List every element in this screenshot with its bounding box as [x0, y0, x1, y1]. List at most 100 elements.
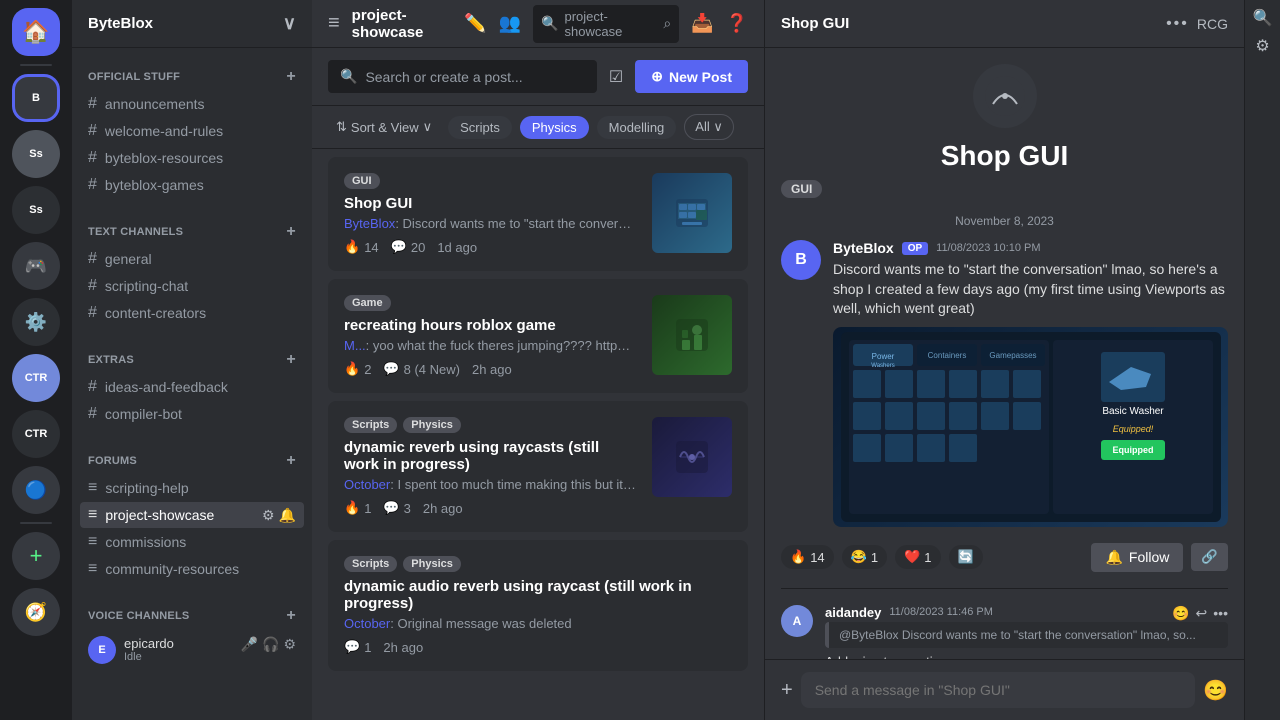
section-header-forums[interactable]: FORUMS + [80, 448, 304, 474]
message-input[interactable] [801, 672, 1195, 708]
reply-username[interactable]: aidandey [825, 605, 881, 620]
reaction-heart[interactable]: ❤️ 1 [895, 545, 940, 569]
reply-text: Add microtransactions [825, 654, 1228, 659]
bell-icon: 🔔 [1105, 549, 1122, 566]
thread-main-title: Shop GUI [781, 140, 1228, 172]
tag-scripts[interactable]: Scripts [448, 116, 512, 139]
new-post-button[interactable]: ⊕ New Post [635, 60, 748, 93]
reply-icon[interactable]: ↩ [1196, 605, 1208, 622]
server-icon-home[interactable]: 🏠 [12, 8, 60, 56]
channel-item-scripting-help[interactable]: ≡ scripting-help [80, 475, 304, 501]
post-card-2[interactable]: Game recreating hours roblox game M...: … [328, 279, 748, 393]
sort-view-button[interactable]: ⇅ Sort & View ∨ [328, 115, 440, 139]
post-tag-physics-3[interactable]: Physics [403, 417, 461, 433]
channel-item-compiler-bot[interactable]: # compiler-bot [80, 401, 304, 427]
help-icon[interactable]: ❓ [726, 13, 748, 34]
channel-item-commissions[interactable]: ≡ commissions [80, 529, 304, 555]
channel-name-content-creators: content-creators [105, 305, 206, 321]
add-channel-text-icon[interactable]: + [286, 223, 296, 241]
channel-item-community-resources[interactable]: ≡ community-resources [80, 556, 304, 582]
separator [781, 588, 1228, 589]
thread-username[interactable]: ByteBlox [833, 240, 894, 256]
reply-avatar: A [781, 605, 813, 637]
channel-item-scripting-chat[interactable]: # scripting-chat [80, 273, 304, 299]
thread-tag-gui[interactable]: GUI [781, 180, 822, 198]
quote-text: @ByteBlox Discord wants me to "start the… [839, 628, 1196, 642]
channel-item-ideas[interactable]: # ideas-and-feedback [80, 374, 304, 400]
channel-item-epicardo[interactable]: E epicardo Idle 🎤 🎧 ⚙ [80, 630, 304, 668]
filter-icon[interactable]: ☑ [609, 67, 623, 87]
post-card-4[interactable]: Scripts Physics dynamic audio reverb usi… [328, 540, 748, 671]
post-tag-scripts-3[interactable]: Scripts [344, 417, 397, 433]
headphones-icon[interactable]: 🎧 [262, 636, 279, 653]
forum-icon: ≡ [88, 479, 97, 497]
inbox-icon[interactable]: 📥 [691, 13, 713, 34]
right-panel-search-icon[interactable]: 🔍 [1253, 8, 1273, 28]
reply-more-icon[interactable]: ••• [1213, 605, 1228, 622]
server-icon-ss2[interactable]: Ss [12, 186, 60, 234]
server-icon-s6[interactable]: CTR [12, 410, 60, 458]
post-tag-game[interactable]: Game [344, 295, 391, 311]
comment-count-1: 20 [411, 240, 425, 255]
server-icon-s7[interactable]: 🔵 [12, 466, 60, 514]
post-tags-1: GUI [344, 173, 636, 189]
server-icon-s5[interactable]: CTR [12, 354, 60, 402]
settings-icon[interactable]: ⚙ [262, 507, 275, 524]
emoji-button[interactable]: 😊 [1203, 678, 1228, 703]
section-header-text[interactable]: TEXT CHANNELS + [80, 219, 304, 245]
add-server-button[interactable]: + [12, 532, 60, 580]
notification-icon[interactable]: 🔔 [279, 507, 296, 524]
external-link-icon[interactable]: RCG [1197, 16, 1228, 32]
channel-item-general[interactable]: # general [80, 246, 304, 272]
post-tag-scripts-4[interactable]: Scripts [344, 556, 397, 572]
channel-item-content-creators[interactable]: # content-creators [80, 300, 304, 326]
topbar-search[interactable]: 🔍 project-showcase ⌕ [533, 5, 679, 43]
channel-item-welcome[interactable]: # welcome-and-rules [80, 118, 304, 144]
channel-name-welcome: welcome-and-rules [105, 123, 223, 139]
channel-item-resources[interactable]: # byteblox-resources [80, 145, 304, 171]
forum-search-bar[interactable]: 🔍 Search or create a post... [328, 60, 597, 93]
post-card-3[interactable]: Scripts Physics dynamic reverb using ray… [328, 401, 748, 532]
server-icon-s3[interactable]: 🎮 [12, 242, 60, 290]
reaction-laugh[interactable]: 😂 1 [842, 545, 887, 569]
edit-icon[interactable]: ✏️ [464, 13, 486, 34]
post-tag-gui[interactable]: GUI [344, 173, 380, 189]
post-preview-1: ByteBlox: Discord wants me to "start the… [344, 216, 636, 231]
channel-item-games[interactable]: # byteblox-games [80, 172, 304, 198]
channel-topbar-name: project-showcase [352, 7, 453, 41]
add-channel-forums-icon[interactable]: + [286, 452, 296, 470]
right-panel-gear-icon[interactable]: ⚙ [1255, 36, 1269, 56]
explore-servers-button[interactable]: 🧭 [12, 588, 60, 636]
mic-icon[interactable]: 🎤 [241, 636, 258, 653]
members-icon[interactable]: 👥 [499, 13, 521, 34]
post-card-1[interactable]: GUI Shop GUI ByteBlox: Discord wants me … [328, 157, 748, 271]
search-icon: 🔍 [541, 15, 558, 32]
add-channel-voice-icon[interactable]: + [286, 607, 296, 625]
copy-link-button[interactable]: 🔗 [1191, 543, 1228, 571]
section-header-extras[interactable]: EXTRAS + [80, 347, 304, 373]
server-icon-s4[interactable]: ⚙️ [12, 298, 60, 346]
channel-sidebar: ByteBlox ∨ OFFICIAL STUFF + # announceme… [72, 0, 312, 720]
more-options-icon[interactable]: ••• [1166, 15, 1189, 33]
add-channel-official-icon[interactable]: + [286, 68, 296, 86]
post-content-2: Game recreating hours roblox game M...: … [344, 295, 636, 377]
server-icon-ss1[interactable]: Ss [12, 130, 60, 178]
follow-button[interactable]: 🔔 Follow [1091, 543, 1183, 572]
reaction-fire[interactable]: 🔥 14 [781, 545, 834, 569]
tag-modelling[interactable]: Modelling [597, 116, 677, 139]
section-header-official[interactable]: OFFICIAL STUFF + [80, 64, 304, 90]
add-channel-extras-icon[interactable]: + [286, 351, 296, 369]
section-header-voice[interactable]: VOICE CHANNELS + [80, 603, 304, 629]
reply-emoji-icon[interactable]: 😊 [1172, 605, 1189, 622]
post-tag-physics-4[interactable]: Physics [403, 556, 461, 572]
tag-physics[interactable]: Physics [520, 116, 589, 139]
server-icon-byteblox[interactable]: B [12, 74, 60, 122]
channel-item-project-showcase[interactable]: ≡ project-showcase ⚙ 🔔 [80, 502, 304, 528]
attach-button[interactable]: + [781, 679, 793, 702]
post-title-2: recreating hours roblox game [344, 317, 636, 334]
server-header[interactable]: ByteBlox ∨ [72, 0, 312, 48]
reaction-refresh[interactable]: 🔄 [949, 545, 983, 569]
channel-item-announcements[interactable]: # announcements [80, 91, 304, 117]
voice-settings-icon[interactable]: ⚙ [283, 636, 296, 653]
tag-all[interactable]: All ∨ [684, 114, 734, 140]
